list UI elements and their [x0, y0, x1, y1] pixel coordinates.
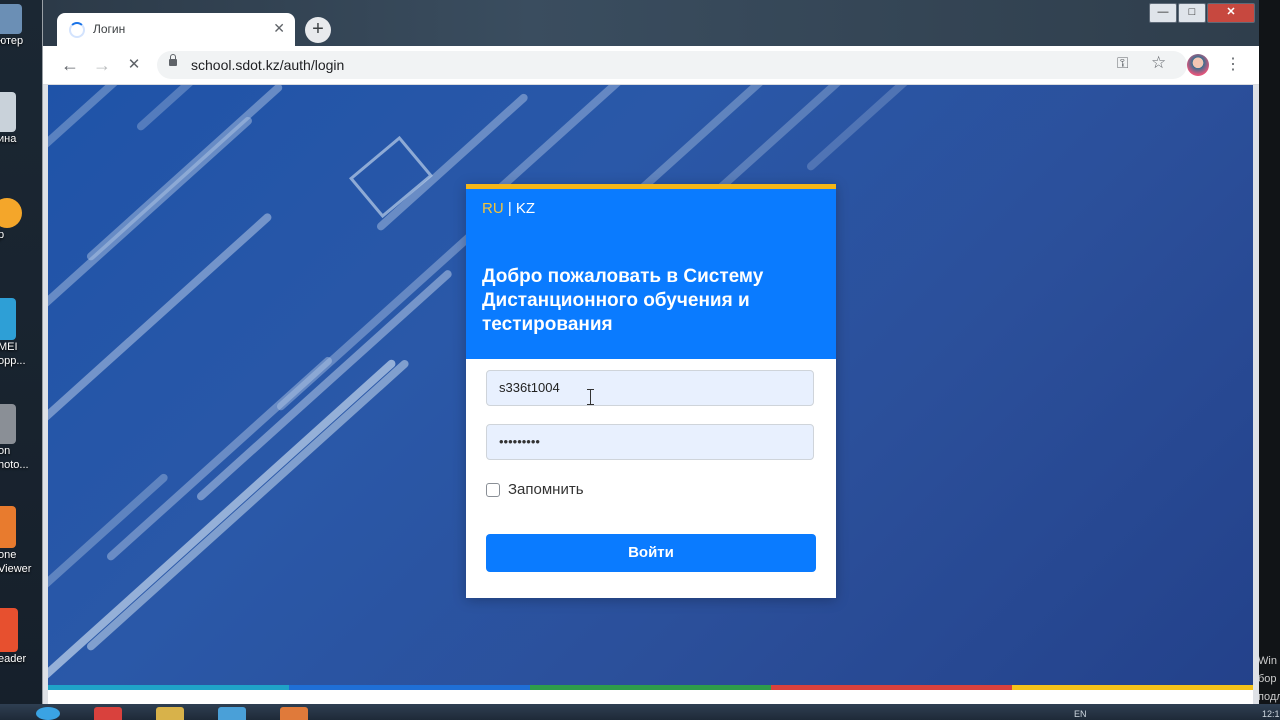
web-page: RU | KZ Добро пожаловать в Систему Диста… — [48, 85, 1253, 704]
desktop-icons-strip: ютер ина р MEI орр... on hoto... one Vie… — [0, 0, 44, 720]
activation-watermark: подл — [1258, 691, 1280, 703]
stop-loading-icon[interactable]: ✕ — [123, 54, 145, 76]
desktop-icon-label: ютер — [0, 35, 24, 47]
password-field[interactable]: ••••••••• — [486, 424, 814, 460]
computer-icon — [0, 4, 22, 34]
desktop-icon-reader[interactable]: eader — [0, 608, 44, 666]
desktop-icon-app[interactable]: р — [0, 198, 44, 242]
browser-menu-icon[interactable]: ⋮ — [1225, 54, 1241, 74]
pdf-reader-icon — [0, 608, 18, 652]
minimize-button[interactable]: — — [1149, 3, 1177, 23]
login-button[interactable]: Войти — [486, 534, 816, 572]
taskbar-chrome-icon[interactable] — [94, 707, 122, 720]
footer-area — [48, 690, 1253, 704]
app-icon — [0, 298, 16, 340]
desktop-icon-label: one Viewer — [0, 549, 32, 575]
remember-checkbox[interactable] — [486, 482, 500, 497]
back-arrow-icon[interactable]: ← — [59, 54, 81, 76]
desktop-icon-label: ина — [0, 133, 17, 145]
desktop-icon-computer[interactable]: ютер — [0, 4, 44, 48]
tab-title: Логин — [93, 22, 126, 36]
remember-label[interactable]: Запомнить — [508, 481, 584, 498]
login-card: RU | KZ Добро пожаловать в Систему Диста… — [466, 184, 836, 598]
clock[interactable]: 12:1 — [1262, 709, 1280, 719]
viewer-icon — [0, 506, 16, 548]
input-language[interactable]: EN — [1074, 709, 1087, 719]
browser-window: Логин ✕ + — □ ✕ ← → ✕ school.sdot.kz/auth/… — [42, 0, 1259, 704]
browser-tab[interactable]: Логин ✕ — [57, 13, 295, 46]
close-window-button[interactable]: ✕ — [1207, 3, 1255, 23]
language-switcher: RU | KZ — [482, 200, 535, 217]
desktop-icon-label: on hoto... — [0, 445, 29, 471]
lang-separator: | — [503, 200, 516, 217]
password-input[interactable]: ••••••••• — [499, 434, 540, 449]
lang-ru-link[interactable]: RU — [482, 200, 504, 217]
taskbar-app-icon[interactable] — [280, 707, 308, 720]
username-field[interactable] — [486, 370, 814, 406]
desktop-icon-label: eader — [0, 653, 27, 665]
desktop-right-strip: Win бор подл — [1256, 0, 1280, 720]
maximize-button[interactable]: □ — [1178, 3, 1206, 23]
browser-toolbar: ← → ✕ school.sdot.kz/auth/login ⚿ ☆ ⋮ — [43, 46, 1259, 85]
welcome-heading: Добро пожаловать в Систему Дистанционног… — [482, 266, 764, 335]
username-input[interactable] — [499, 380, 801, 395]
app-icon — [0, 198, 22, 228]
lang-kz-link[interactable]: KZ — [516, 200, 535, 217]
taskbar: EN 12:1 — [0, 704, 1280, 720]
desktop-icon-label: MEI орр... — [0, 341, 26, 367]
taskbar-folder-icon[interactable] — [156, 707, 184, 720]
tab-close-icon[interactable]: ✕ — [273, 20, 285, 37]
desktop-icon-recycle-bin[interactable]: ина — [0, 92, 44, 146]
taskbar-app-icon[interactable] — [218, 707, 246, 720]
desktop-icon-label: р — [0, 229, 5, 241]
activation-watermark: бор — [1258, 673, 1277, 685]
remember-me[interactable]: Запомнить — [486, 481, 584, 498]
address-bar[interactable]: school.sdot.kz/auth/login ⚿ ☆ — [157, 51, 1187, 79]
desktop-icon-viewer[interactable]: one Viewer — [0, 506, 44, 576]
url-text[interactable]: school.sdot.kz/auth/login — [191, 57, 344, 73]
lock-icon[interactable] — [169, 54, 177, 66]
loading-spinner-icon — [69, 22, 85, 38]
login-card-header: RU | KZ Добро пожаловать в Систему Диста… — [466, 184, 836, 359]
text-cursor-icon — [587, 389, 594, 405]
window-controls: — □ ✕ — [1148, 2, 1255, 23]
camera-icon — [0, 404, 16, 444]
new-tab-button[interactable]: + — [305, 17, 331, 43]
desktop-icon-mei[interactable]: MEI орр... — [0, 298, 44, 368]
activation-watermark: Win — [1258, 655, 1277, 667]
title-bar: Логин ✕ + — □ ✕ — [43, 0, 1259, 46]
forward-arrow-icon[interactable]: → — [91, 54, 113, 76]
recycle-bin-icon — [0, 92, 16, 132]
bookmark-star-icon[interactable]: ☆ — [1151, 53, 1166, 73]
profile-avatar[interactable] — [1187, 54, 1209, 76]
key-icon[interactable]: ⚿ — [1117, 55, 1128, 72]
desktop-icon-photo[interactable]: on hoto... — [0, 404, 44, 472]
start-button[interactable] — [36, 707, 60, 720]
